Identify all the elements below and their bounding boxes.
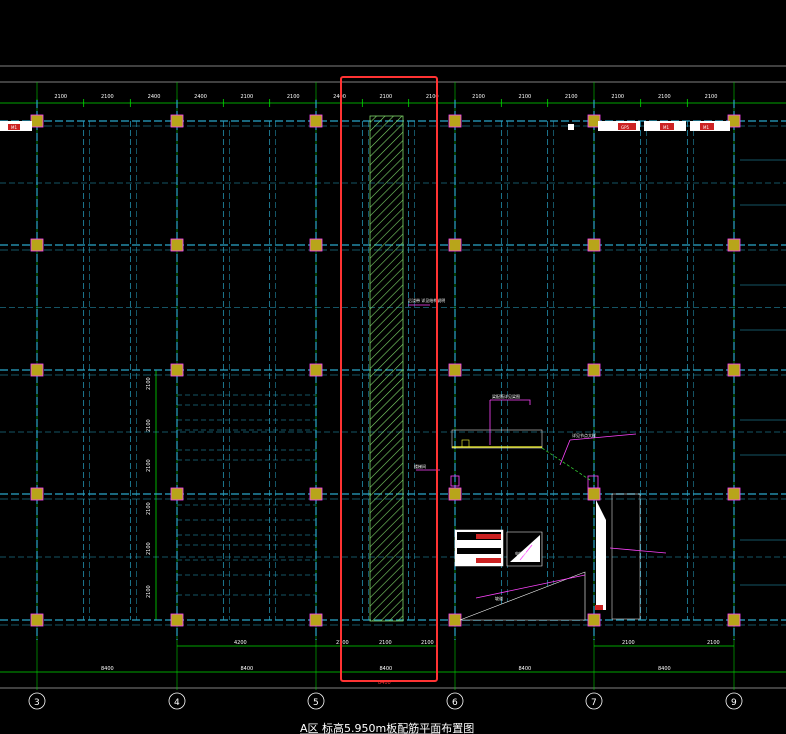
dim-label-top: 2100 [658,94,671,100]
column [448,238,462,252]
column [30,363,44,377]
dim-label-top: 2100 [565,94,578,100]
column [30,487,44,501]
note-slope: 坡道 [495,595,503,601]
post-pour-strip-hatch [369,115,404,622]
dim-label-bottom: 8400 [519,666,532,672]
column [727,613,741,627]
column [587,487,601,501]
column [309,114,323,128]
tag-gp5: GP5 [621,125,630,130]
column [170,238,184,252]
dim-label-bottom-sub: 4200 [234,640,247,646]
note-detail: 详见节点大样 [572,432,596,438]
dim-label-bottom-sub: 2100 [421,640,434,646]
tag-m1-right-2: M1 [663,125,669,130]
axis-label-3: 3 [34,698,40,708]
column [587,363,601,377]
dim-label-bottom: 8400 [101,666,114,672]
column [309,363,323,377]
column [309,487,323,501]
dim-label-top: 2100 [705,94,718,100]
column [448,363,462,377]
dim-label-left: 2100 [146,585,152,598]
column [448,613,462,627]
axis-label-6: 6 [452,698,458,708]
axis-bubbles: 3 4 5 6 7 9 [28,692,743,710]
dim-label-top: 2100 [611,94,624,100]
column [309,238,323,252]
column [30,238,44,252]
green-leader [541,447,591,481]
dim-label-top: 2100 [54,94,67,100]
column [309,613,323,627]
column [170,487,184,501]
dim-label-top: 2100 [287,94,300,100]
dim-label-left: 2100 [146,377,152,390]
dim-label-bottom: 8400 [658,666,671,672]
dim-label-bottom: 8400 [380,666,393,672]
dim-label-bottom-sub: 2100 [622,640,635,646]
column-small [587,475,599,489]
dim-label-left: 2100 [146,502,152,515]
dim-label-top: 2100 [519,94,532,100]
note-post-pour-strip: 后浇带 详见结构说明 [408,297,445,303]
column [30,613,44,627]
axis-label-4: 4 [174,698,180,708]
dim-label-top: 2100 [380,94,393,100]
drawing-canvas: 2100 2100 2400 2400 2100 2100 2400 2100 2100 2100… [0,65,786,734]
column [170,363,184,377]
dim-label-bottom-sub: 2100 [379,640,392,646]
tag-m1-left: M1 [11,125,17,130]
stair-detail-area [451,429,641,621]
column [727,238,741,252]
note-elevator: 电梯井 [515,550,527,556]
column [170,114,184,128]
dim-label-bottom: 8400 [241,666,254,672]
dim-label-bottom-sub: 2100 [707,640,720,646]
dim-label-top: 2400 [333,94,346,100]
dim-label-bottom-sub: 2100 [336,640,349,646]
column [587,613,601,627]
note-beam: 梁配筋详见梁图 [492,393,520,399]
note-stair-1: 楼梯间 [414,463,426,469]
axis-label-7: 7 [591,698,597,708]
dim-label-left: 2100 [146,419,152,432]
dim-label-top: 2100 [472,94,485,100]
column [30,114,44,128]
axis-label-5: 5 [313,698,319,708]
column [448,114,462,128]
drawing-title: A区 标高5.950m板配筋平面布置图 [300,721,474,734]
tag-m1-right-3: M1 [703,125,709,130]
dim-label-top: 2400 [194,94,207,100]
dim-label-left: 2100 [146,542,152,555]
column [587,238,601,252]
column [448,487,462,501]
dim-label-top: 2100 [241,94,254,100]
column [727,363,741,377]
dim-label-top: 2400 [148,94,161,100]
dim-label-top: 2100 [101,94,114,100]
axis-label-9: 9 [731,698,737,708]
column [170,613,184,627]
column [727,487,741,501]
dim-label-left: 2100 [146,459,152,472]
